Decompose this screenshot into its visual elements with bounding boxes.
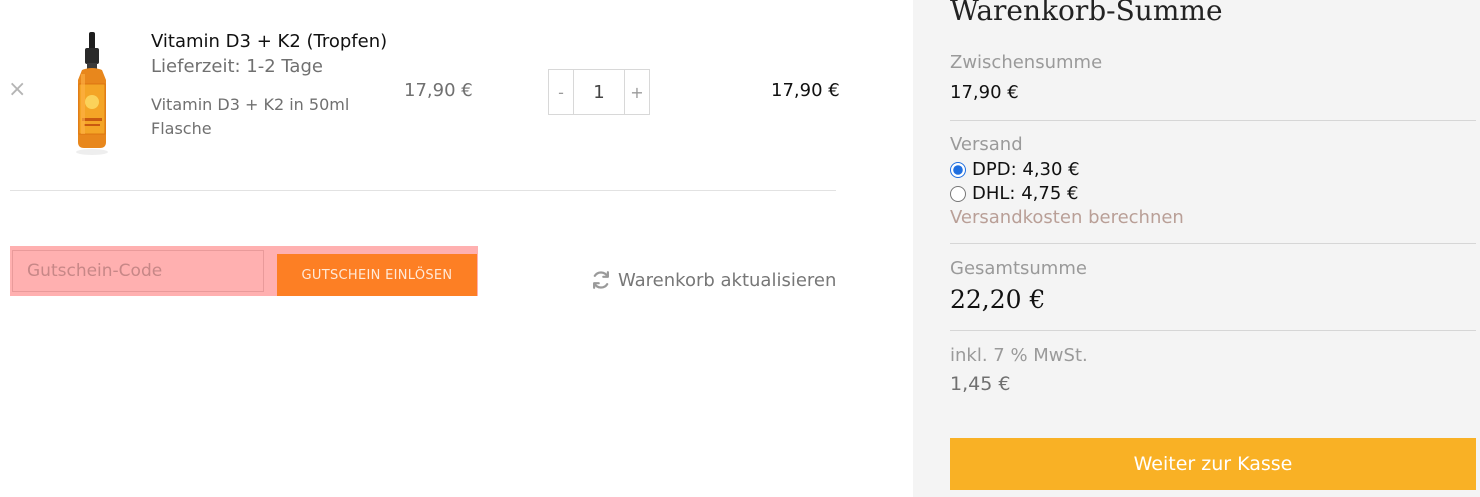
subtotal-value: 17,90 € — [950, 82, 1019, 103]
unit-price: 17,90 € — [404, 80, 473, 101]
totals-divider — [950, 243, 1476, 244]
tax-value: 1,45 € — [950, 373, 1011, 395]
product-description: Vitamin D3 + K2 in 50ml Flasche — [151, 95, 350, 138]
delivery-time: Lieferzeit: 1-2 Tage — [151, 56, 323, 77]
quantity-decrease-button[interactable]: - — [549, 70, 574, 114]
update-cart-label: Warenkorb aktualisieren — [618, 269, 837, 291]
refresh-icon — [593, 271, 609, 289]
shipping-option-dhl[interactable]: DHL: 4,75 € — [950, 183, 1078, 204]
tax-label: inkl. 7 % MwSt. — [950, 345, 1088, 366]
quantity-increase-button[interactable]: + — [624, 70, 649, 114]
shipping-radio-dhl[interactable] — [950, 185, 966, 202]
remove-item-icon[interactable]: × — [8, 78, 26, 102]
shipping-label: Versand — [950, 134, 1023, 155]
quantity-input[interactable] — [574, 70, 624, 114]
cart-totals-title: Warenkorb-Summe — [950, 0, 1223, 27]
coupon-code-input[interactable] — [12, 250, 264, 292]
cart-totals-panel — [913, 0, 1480, 497]
line-subtotal: 17,90 € — [771, 80, 840, 101]
total-label: Gesamtsumme — [950, 258, 1087, 279]
shipping-option-label: DHL: 4,75 € — [972, 183, 1079, 204]
product-name-link[interactable]: Vitamin D3 + K2 (Tropfen) — [151, 31, 387, 52]
shipping-radio-dpd[interactable] — [950, 161, 966, 178]
totals-divider — [950, 120, 1476, 121]
product-thumbnail[interactable] — [62, 30, 122, 156]
shipping-option-label: DPD: 4,30 € — [972, 159, 1080, 180]
calculate-shipping-link[interactable]: Versandkosten berechnen — [950, 207, 1184, 228]
totals-divider — [950, 330, 1476, 331]
row-divider — [10, 190, 836, 191]
subtotal-label: Zwischensumme — [950, 52, 1103, 73]
proceed-to-checkout-button[interactable]: Weiter zur Kasse — [950, 438, 1476, 490]
shipping-option-dpd[interactable]: DPD: 4,30 € — [950, 159, 1080, 180]
update-cart-button[interactable]: Warenkorb aktualisieren — [590, 269, 836, 291]
quantity-stepper: - + — [548, 69, 650, 115]
apply-coupon-button[interactable]: GUTSCHEIN EINLÖSEN — [277, 254, 477, 296]
total-value: 22,20 € — [950, 285, 1046, 314]
